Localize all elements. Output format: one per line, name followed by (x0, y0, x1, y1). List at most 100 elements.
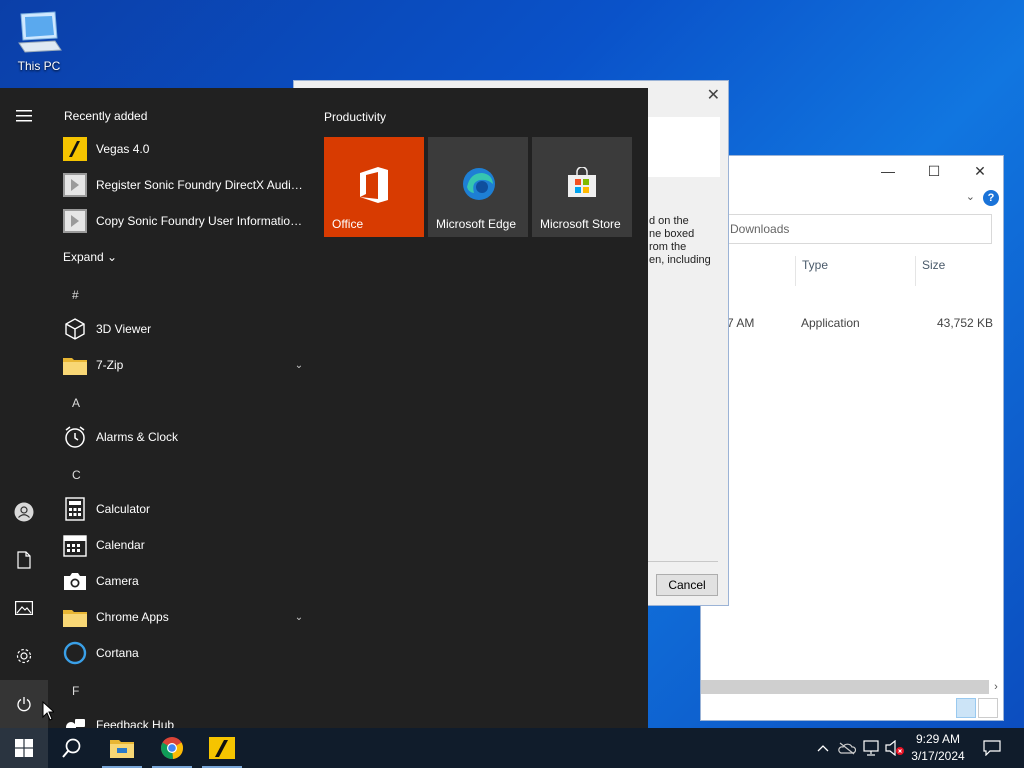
app-list[interactable]: Recently added Vegas 4.0 Register Sonic … (48, 88, 312, 728)
app-register-sonic-foundry[interactable]: Register Sonic Foundry DirectX Audio... (62, 168, 306, 202)
documents-icon[interactable] (0, 536, 48, 584)
tile-microsoft-edge[interactable]: Microsoft Edge (428, 137, 528, 237)
close-button[interactable]: ✕ (957, 156, 1003, 186)
app-label: Calendar (96, 538, 145, 552)
app-label: Alarms & Clock (96, 430, 179, 444)
start-button[interactable] (0, 728, 48, 768)
app-7-zip[interactable]: 7-Zip ⌄ (62, 348, 306, 382)
sonic-foundry-icon (62, 208, 88, 234)
app-alarms-clock[interactable]: Alarms & Clock (62, 420, 306, 454)
chrome-icon[interactable] (148, 728, 196, 768)
scroll-right-icon[interactable]: › (989, 680, 1003, 694)
app-label: Calculator (96, 502, 151, 516)
clock-time: 9:29 AM (915, 732, 961, 746)
start-rail (0, 88, 48, 728)
network-icon[interactable] (860, 728, 882, 768)
file-explorer-window[interactable]: — ☐ ✕ ⌄ ? Downloads d Type Size 7 AM App… (700, 155, 1004, 721)
app-label: Chrome Apps (96, 610, 169, 624)
horizontal-scrollbar[interactable] (701, 680, 989, 694)
3d-viewer-icon (62, 316, 88, 342)
app-calculator[interactable]: Calculator (62, 492, 306, 526)
minimize-button[interactable]: — (865, 156, 911, 186)
chevron-up-icon[interactable] (812, 728, 834, 768)
tile-label: Microsoft Store (540, 217, 621, 231)
app-feedback-hub[interactable]: Feedback Hub (62, 708, 306, 728)
user-account-icon[interactable] (0, 488, 48, 536)
app-cortana[interactable]: Cortana (62, 636, 306, 670)
expand-button[interactable]: Expand ⌄ (63, 250, 117, 264)
section-letter[interactable]: F (72, 684, 79, 698)
chevron-down-icon[interactable]: ⌄ (292, 612, 306, 623)
vegas-icon (62, 136, 88, 162)
section-letter[interactable]: C (72, 468, 81, 482)
address-bar[interactable]: Downloads (721, 214, 992, 244)
vegas-icon[interactable] (198, 728, 246, 768)
cancel-button[interactable]: Cancel (656, 574, 718, 596)
dialog-header-panel (646, 117, 720, 177)
app-3d-viewer[interactable]: 3D Viewer (62, 312, 306, 346)
mouse-cursor-icon (42, 700, 56, 724)
chevron-down-icon: ⌄ (107, 250, 118, 264)
computer-icon (15, 11, 63, 57)
folder-icon (62, 352, 88, 378)
recently-added-header: Recently added (64, 109, 148, 123)
divider (646, 561, 718, 562)
expand-label: Expand (63, 250, 104, 264)
hamburger-menu-icon[interactable] (0, 92, 48, 140)
app-label: Camera (96, 574, 139, 588)
app-camera[interactable]: Camera (62, 564, 306, 598)
search-icon[interactable] (48, 728, 96, 768)
column-header-type[interactable]: Type (795, 256, 915, 286)
file-row-size[interactable]: 43,752 KB (937, 316, 993, 330)
power-icon[interactable] (0, 680, 48, 728)
folder-icon (62, 604, 88, 630)
store-icon (566, 166, 598, 202)
app-label: Copy Sonic Foundry User Information... (96, 214, 306, 228)
large-icons-view-button[interactable] (978, 698, 998, 718)
taskbar: 9:29 AM 3/17/2024 (0, 728, 1024, 768)
file-row-date[interactable]: 7 AM (727, 316, 754, 330)
details-view-button[interactable] (956, 698, 976, 718)
sonic-foundry-icon (62, 172, 88, 198)
app-label: Register Sonic Foundry DirectX Audio... (96, 178, 306, 192)
chevron-down-icon[interactable]: ⌄ (966, 190, 975, 203)
file-explorer-icon[interactable] (98, 728, 146, 768)
tile-label: Microsoft Edge (436, 217, 517, 231)
close-icon[interactable]: ✕ (707, 85, 720, 105)
app-vegas[interactable]: Vegas 4.0 (62, 132, 306, 166)
notifications-icon[interactable] (978, 728, 1006, 768)
calculator-icon (62, 496, 88, 522)
app-label: Vegas 4.0 (96, 142, 150, 156)
tile-office[interactable]: Office (324, 137, 424, 237)
onedrive-icon[interactable] (836, 728, 858, 768)
maximize-button[interactable]: ☐ (911, 156, 957, 186)
tile-label: Office (332, 217, 364, 231)
windows-logo-icon (15, 739, 33, 757)
desktop-icon-this-pc[interactable]: This PC (12, 10, 66, 73)
tile-group-header[interactable]: Productivity (324, 110, 386, 124)
chevron-down-icon[interactable]: ⌄ (292, 360, 306, 371)
settings-icon[interactable] (0, 632, 48, 680)
pictures-icon[interactable] (0, 584, 48, 632)
app-copy-sonic-foundry[interactable]: Copy Sonic Foundry User Information... (62, 204, 306, 238)
app-label: 7-Zip (96, 358, 124, 372)
column-header-size[interactable]: Size (915, 256, 995, 286)
app-label: Feedback Hub (96, 718, 175, 728)
clock-date: 3/17/2024 (911, 749, 965, 763)
section-letter[interactable]: # (72, 288, 79, 302)
app-calendar[interactable]: Calendar (62, 528, 306, 562)
desktop-icon-label: This PC (17, 59, 61, 73)
section-letter[interactable]: A (72, 396, 80, 410)
app-chrome-apps[interactable]: Chrome Apps ⌄ (62, 600, 306, 634)
feedback-hub-icon (62, 712, 88, 728)
file-row-type[interactable]: Application (801, 316, 860, 330)
start-menu: Recently added Vegas 4.0 Register Sonic … (0, 88, 648, 728)
help-icon[interactable]: ? (983, 190, 999, 206)
cortana-icon (62, 640, 88, 666)
tile-microsoft-store[interactable]: Microsoft Store (532, 137, 632, 237)
office-icon (358, 167, 390, 206)
clock[interactable]: 9:29 AM 3/17/2024 (902, 731, 974, 765)
app-label: Cortana (96, 646, 139, 660)
app-label: 3D Viewer (96, 322, 152, 336)
alarm-clock-icon (62, 424, 88, 450)
